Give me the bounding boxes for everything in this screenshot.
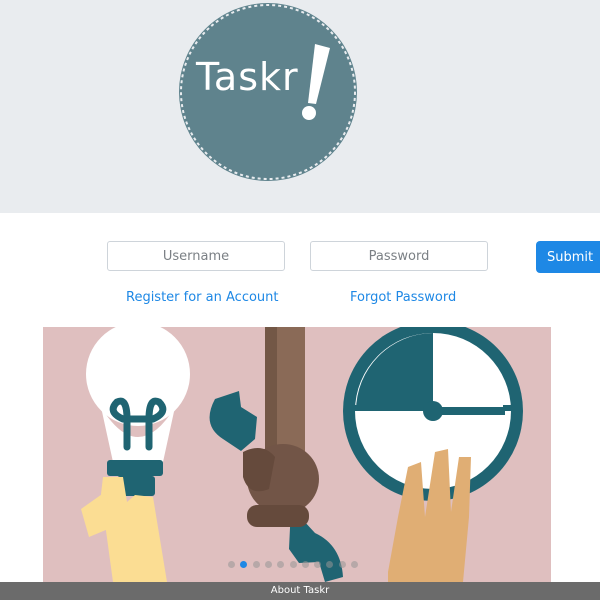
taskr-logo: Taskr xyxy=(174,0,362,184)
forgot-password-link[interactable]: Forgot Password xyxy=(350,290,456,305)
carousel-indicators xyxy=(228,561,373,569)
carousel-dot[interactable] xyxy=(314,561,322,568)
footer-bar: About Taskr xyxy=(0,582,600,600)
carousel-dot[interactable] xyxy=(228,561,235,568)
password-input[interactable] xyxy=(310,241,488,271)
register-link[interactable]: Register for an Account xyxy=(126,290,279,305)
about-link[interactable]: About Taskr xyxy=(271,585,329,596)
carousel-dot[interactable] xyxy=(277,561,285,568)
username-input[interactable] xyxy=(107,241,285,271)
carousel-dot[interactable] xyxy=(289,561,297,568)
carousel-dot[interactable] xyxy=(351,561,358,568)
logo-text: Taskr xyxy=(196,55,299,99)
page-header: Taskr xyxy=(0,0,600,213)
login-form: Submit Register for an Account Forgot Pa… xyxy=(0,213,600,327)
submit-button[interactable]: Submit xyxy=(536,241,600,273)
carousel-dot[interactable] xyxy=(326,561,334,568)
carousel-dot[interactable] xyxy=(252,561,260,568)
carousel-dot[interactable] xyxy=(338,561,346,568)
carousel-dot[interactable] xyxy=(240,561,248,568)
image-carousel[interactable] xyxy=(43,327,551,582)
carousel-dot[interactable] xyxy=(264,561,272,568)
carousel-dot[interactable] xyxy=(301,561,309,568)
